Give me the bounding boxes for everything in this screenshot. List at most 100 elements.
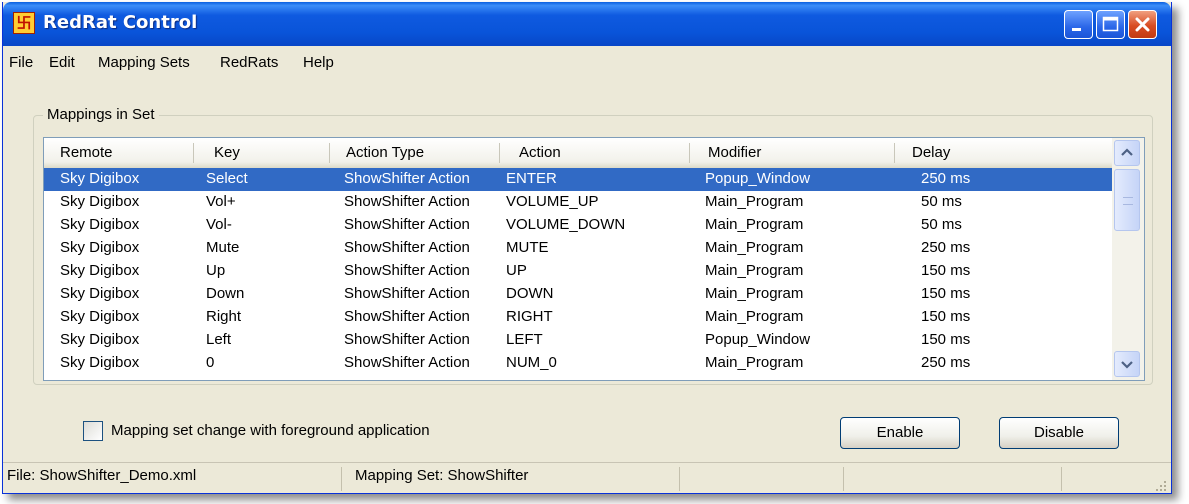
table-cell: ShowShifter Action [344,354,470,371]
maximize-button[interactable] [1096,10,1125,39]
column-header-delay[interactable]: Delay [912,144,950,161]
menu-help[interactable]: Help [303,54,334,71]
table-cell: ShowShifter Action [344,239,470,256]
table-row[interactable]: Sky Digibox Select ShowShifter Action ENTER… [44,168,1112,191]
table-row[interactable]: Sky Digibox Vol+ ShowShifter Action VOLUME_… [44,191,1112,214]
table-cell: ShowShifter Action [344,170,470,187]
chevron-down-icon [1121,361,1133,369]
table-cell: Sky Digibox [60,354,140,371]
table-cell: Vol- [206,216,232,233]
table-cell: ShowShifter Action [344,216,470,233]
scroll-up-button[interactable] [1114,140,1140,166]
table-cell: ENTER [506,170,557,187]
status-panel [843,467,1062,491]
column-header-key[interactable]: Key [214,144,240,161]
column-divider[interactable] [499,143,500,163]
table-cell: Main_Program [705,285,804,302]
status-file: File: ShowShifter_Demo.xml [7,467,197,484]
table-cell: ShowShifter Action [344,262,470,279]
table-cell: DOWN [506,285,554,302]
column-divider[interactable] [894,143,895,163]
table-cell: 250 ms [921,239,971,256]
table-cell: NUM_0 [506,354,557,371]
enable-button[interactable]: Enable [840,417,960,449]
window-title: RedRat Control [43,12,198,33]
scroll-thumb[interactable] [1114,169,1140,231]
foreground-change-label[interactable]: Mapping set change with foreground appli… [111,422,430,439]
status-bar: File: ShowShifter_Demo.xml Mapping Set: … [3,462,1171,493]
column-divider[interactable] [329,143,330,163]
table-cell: Main_Program [705,262,804,279]
mappings-group-label: Mappings in Set [43,106,159,123]
column-header-remote[interactable]: Remote [60,144,113,161]
table-cell: Sky Digibox [60,216,140,233]
table-cell: Popup_Window [705,170,811,187]
table-row[interactable]: Sky Digibox Down ShowShifter Action DOWN Mai… [44,283,1112,306]
minimize-button[interactable] [1064,10,1093,39]
table-cell: Select [206,170,248,187]
table-cell: UP [506,262,527,279]
table-cell: 150 ms [921,331,971,348]
table-row[interactable]: Sky Digibox 0 ShowShifter Action NUM_0 Main_… [44,352,1112,375]
table-cell: Mute [206,239,240,256]
vertical-scrollbar[interactable] [1112,138,1144,380]
minimize-icon [1072,28,1081,31]
table-cell: Sky Digibox [60,285,140,302]
menu-redrats[interactable]: RedRats [220,54,278,71]
table-cell: Right [206,308,242,325]
chevron-up-icon [1121,148,1133,156]
table-row[interactable]: Sky Digibox Vol- ShowShifter Action VOLUME_… [44,214,1112,237]
table-cell: ShowShifter Action [344,285,470,302]
column-header-action-type[interactable]: Action Type [346,144,424,161]
table-row[interactable]: Sky Digibox Right ShowShifter Action RIGHT M… [44,306,1112,329]
table-cell: Main_Program [705,193,804,210]
table-cell: Main_Program [705,354,804,371]
table-cell: Down [206,285,245,302]
table-cell: ShowShifter Action [344,331,470,348]
table-cell: Popup_Window [705,331,811,348]
status-panel [679,467,844,491]
foreground-change-checkbox[interactable] [83,421,103,441]
table-cell: ShowShifter Action [344,308,470,325]
table-cell: VOLUME_DOWN [506,216,626,233]
table-cell: Sky Digibox [60,331,140,348]
table-cell: Up [206,262,226,279]
table-cell: Sky Digibox [60,308,140,325]
menu-bar: File Edit Mapping Sets RedRats Help [3,46,1171,78]
disable-button[interactable]: Disable [999,417,1119,449]
table-cell: Main_Program [705,308,804,325]
close-icon [1135,17,1150,32]
mappings-list[interactable]: Remote Key Action Type Action Modifier D… [43,137,1145,381]
table-cell: 150 ms [921,285,971,302]
column-header-action[interactable]: Action [519,144,561,161]
table-cell: Sky Digibox [60,193,140,210]
table-cell: 50 ms [921,193,962,210]
table-cell: LEFT [506,331,543,348]
table-row[interactable]: Sky Digibox Up ShowShifter Action UP Main_Pr… [44,260,1112,283]
table-cell: Vol+ [206,193,236,210]
menu-mapping-sets[interactable]: Mapping Sets [98,54,190,71]
table-cell: 250 ms [921,354,971,371]
column-divider[interactable] [193,143,194,163]
column-header-modifier[interactable]: Modifier [708,144,761,161]
table-cell: Sky Digibox [60,170,140,187]
title-bar[interactable]: 卐 RedRat Control [3,2,1171,46]
table-cell: RIGHT [506,308,553,325]
menu-file[interactable]: File [9,54,33,71]
table-cell: Main_Program [705,239,804,256]
table-cell: MUTE [506,239,549,256]
table-cell: 0 [206,354,215,371]
app-window: 卐 RedRat Control File Edit Mapping Sets … [2,2,1172,494]
table-row[interactable]: Sky Digibox Mute ShowShifter Action MUTE Mai… [44,237,1112,260]
redrat-logo-icon: 卐 [13,12,35,34]
maximize-icon [1102,16,1119,32]
scroll-down-button[interactable] [1114,351,1140,377]
table-cell: 150 ms [921,262,971,279]
table-cell: Sky Digibox [60,239,140,256]
menu-edit[interactable]: Edit [49,54,75,71]
column-divider[interactable] [689,143,690,163]
table-row[interactable]: Sky Digibox Left ShowShifter Action LEFT Pop… [44,329,1112,352]
resize-grip-icon[interactable] [1153,478,1167,492]
status-mapping-set: Mapping Set: ShowShifter [355,467,529,484]
close-button[interactable] [1128,10,1157,39]
